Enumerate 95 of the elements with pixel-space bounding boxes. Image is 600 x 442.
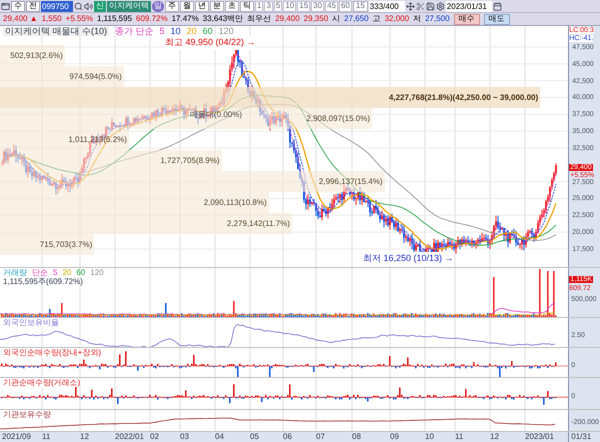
interval-button[interactable]: 3: [264, 0, 273, 12]
volume-legend-label: 5: [53, 269, 58, 277]
interval-button[interactable]: 1: [255, 0, 264, 12]
search-icon[interactable]: [74, 2, 83, 10]
quote-value: 609.72%: [136, 15, 168, 23]
interval-select[interactable]: 15: [352, 0, 368, 12]
move-icon[interactable]: [406, 2, 415, 10]
date-axis-label: 03: [180, 432, 189, 442]
indicator-title: 기관보유수량: [3, 411, 51, 419]
quote-value: 고: [372, 15, 381, 23]
quote-value: 1,115,595: [97, 15, 132, 23]
quote-value: 29,350: [304, 15, 328, 23]
quote-value: 1,550: [42, 15, 62, 23]
date-axis-label: 10: [425, 432, 434, 442]
interval-button[interactable]: 10: [283, 0, 296, 12]
indicator-title: 기관순매수량(거래소): [3, 379, 80, 387]
calendar-icon[interactable]: [492, 2, 502, 10]
sell-button[interactable]: 매도: [484, 14, 510, 24]
date-axis-label: 02: [150, 432, 159, 442]
interval-button[interactable]: 45: [325, 0, 338, 12]
interval-button[interactable]: 5: [274, 0, 282, 12]
settings-icon[interactable]: [436, 2, 445, 10]
high-marker: 최고 49,950 (04/22) →: [165, 36, 256, 50]
period-tab[interactable]: 틱: [240, 0, 254, 12]
volume-reading: 1,115,595주(609.72%): [3, 278, 84, 286]
quote-value: 27,650: [344, 15, 369, 23]
volume-legend-label: 거래량: [3, 269, 27, 277]
volume-profile-bar: 4,227,768(21.8%)(42,250.00 ~ 39,000.00): [0, 87, 540, 108]
date-axis-label: 05: [250, 432, 259, 442]
volume-profile-bar: 2,996,137(15.4%): [0, 171, 385, 192]
market-button[interactable]: 수: [11, 0, 25, 12]
ma-legend-label: 5: [160, 27, 165, 36]
low-marker: 최저 16,250 (10/13) →: [363, 252, 454, 266]
ma-legend-label: 10: [170, 27, 181, 36]
interval-button[interactable]: 30: [311, 0, 324, 12]
indicator-title: 외국인보유비율: [3, 319, 59, 327]
period-tab[interactable]: 주: [165, 0, 179, 12]
volume-profile-note: 매물대(0.00%): [190, 109, 242, 121]
save-icon[interactable]: [426, 2, 435, 10]
quote-value: 29,400: [275, 15, 300, 23]
volume-profile-bar: 2,090,113(10.8%): [0, 192, 269, 213]
volume-profile-bar: 2,279,142(11.7%): [0, 213, 292, 234]
quote-value: 27,500: [425, 15, 450, 23]
date-axis-label: 04: [215, 432, 224, 442]
code-field[interactable]: 099750: [41, 0, 73, 12]
date-axis-label: 11: [455, 432, 464, 442]
interval-button[interactable]: 15: [297, 0, 310, 12]
indicator-title: 외국인순매수량(장내+장외): [3, 349, 101, 357]
ma-legend-label: 20: [186, 27, 197, 36]
volume-legend-label: 단순: [32, 269, 48, 277]
interval-button[interactable]: 60: [338, 0, 352, 12]
quote-value: 29,400 ▲: [3, 15, 38, 23]
date-axis-label: 07: [316, 432, 325, 442]
volume-profile-bar: 974,594(5.0%): [0, 66, 124, 87]
speaker-icon[interactable]: [84, 2, 93, 10]
stock-name: 이지케어텍: [107, 0, 151, 12]
buy-button[interactable]: 매수: [454, 14, 480, 24]
date-axis-label: 06: [283, 432, 292, 442]
quote-value: 시: [332, 15, 340, 23]
period-tab[interactable]: 월: [180, 0, 194, 12]
date-axis-label: 12: [490, 432, 499, 442]
date-axis-label: 2023/01: [525, 432, 554, 442]
volume-profile-bar: 502,913(2.6%): [0, 45, 65, 66]
volume-legend-label: 20: [62, 269, 72, 277]
volume-legend-label: 120: [90, 269, 104, 277]
date-axis-label: 2021/09: [2, 432, 31, 442]
quote-value: 저: [413, 15, 422, 23]
date-axis-label: 09: [390, 432, 399, 442]
quote-value: 32,000: [384, 15, 410, 23]
quote-value: 최우선: [247, 15, 272, 23]
date-axis-label: 12: [80, 432, 89, 442]
exchange-button[interactable]: 전: [26, 0, 40, 12]
count-field[interactable]: 333/400: [368, 0, 405, 12]
period-tab[interactable]: 일: [152, 0, 164, 12]
quote-value: +5.55%: [66, 15, 93, 23]
period-tab[interactable]: 년: [195, 0, 209, 12]
date-axis-label: 01/31: [570, 433, 592, 441]
window-icon: [1, 2, 10, 10]
date-axis-label: 2022/01: [115, 432, 144, 442]
legend-title: 이지케어텍 매물대 수(10): [3, 27, 110, 36]
period-tab[interactable]: 분: [210, 0, 224, 12]
ma-legend-label: 종가 단순: [115, 27, 154, 36]
new-badge: 신: [94, 0, 106, 12]
volume-profile-bar: 1,727,705(8.9%): [0, 150, 222, 171]
scissors-icon[interactable]: [416, 2, 425, 10]
date-axis-label: 11: [42, 432, 50, 442]
period-tab[interactable]: 초: [225, 0, 239, 12]
quote-value: 17.47%: [172, 15, 199, 23]
date-field[interactable]: 2023/01/31: [446, 0, 492, 12]
ma-legend-label: 120: [218, 27, 234, 36]
volume-legend-label: 60: [76, 269, 86, 277]
ma-legend-label: 60: [202, 27, 213, 36]
volume-profile-bar: 715,703(3.7%): [0, 234, 94, 255]
quote-value: 33,643백만: [202, 15, 244, 23]
date-axis-label: 08: [352, 432, 361, 442]
